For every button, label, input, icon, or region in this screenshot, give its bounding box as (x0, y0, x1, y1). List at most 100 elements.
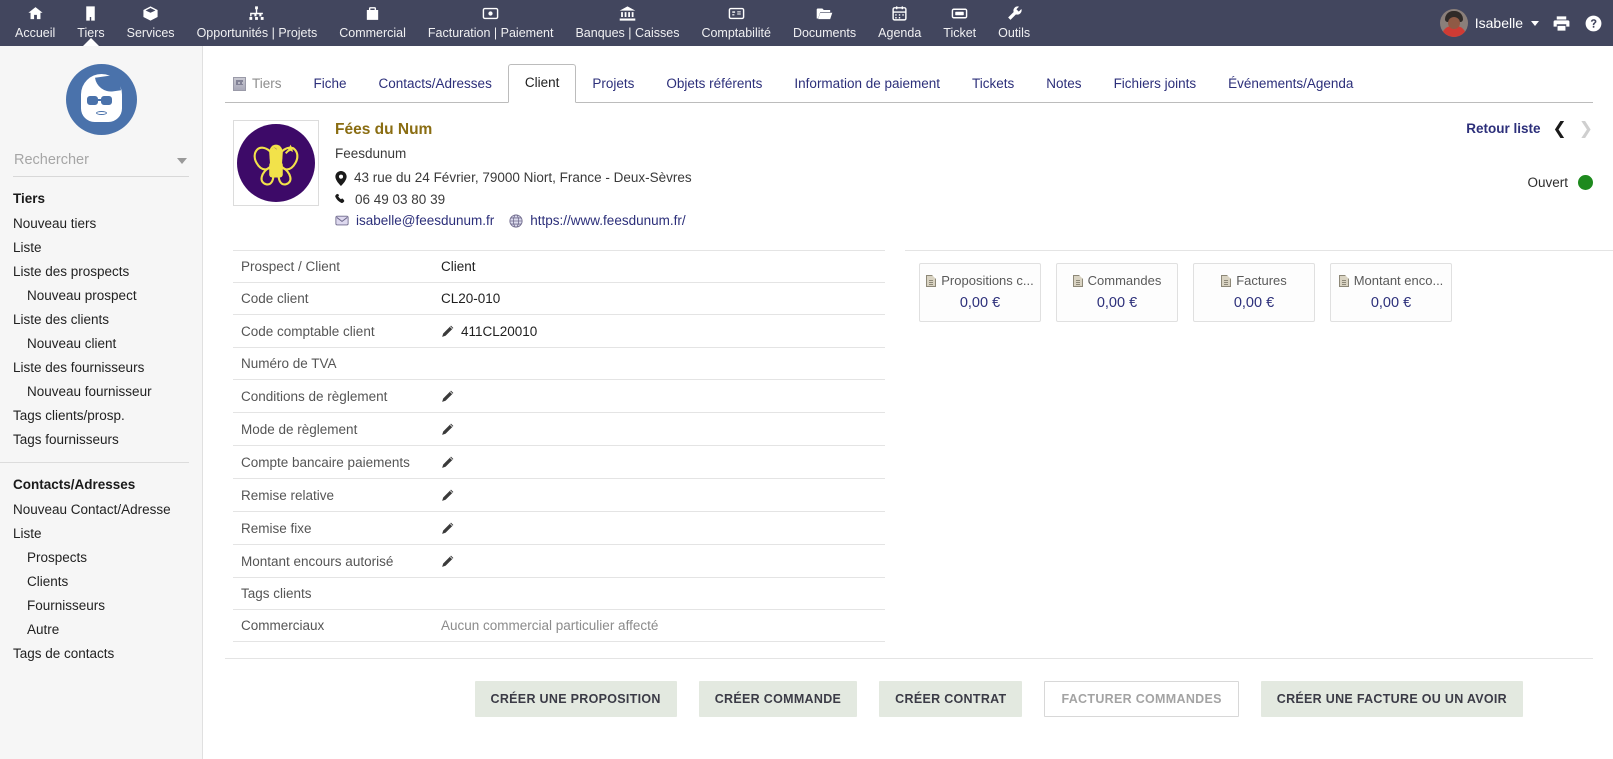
detail-label: Code comptable client (233, 314, 433, 348)
back-to-list-link[interactable]: Retour liste (1466, 121, 1540, 136)
topmenu-item-documents[interactable]: Documents (782, 0, 867, 46)
search-input[interactable] (13, 149, 189, 171)
stat-value: 0,00 € (959, 295, 1001, 311)
chevron-down-icon[interactable] (177, 158, 187, 164)
edit-pencil-icon[interactable] (441, 423, 454, 439)
tab-client[interactable]: Client (507, 64, 577, 103)
tab-objets-r-f-rents[interactable]: Objets référents (650, 75, 778, 103)
action-buttons-bar: CRÉER UNE PROPOSITION CRÉER COMMANDE CRÉER… (225, 658, 1593, 717)
topmenu-item-tiers[interactable]: Tiers (66, 0, 115, 47)
tab-label: Fiche (313, 76, 347, 91)
tab-fichiers-joints[interactable]: Fichiers joints (1098, 75, 1213, 103)
table-row: Tags clients (233, 577, 885, 610)
edit-pencil-icon[interactable] (441, 489, 454, 505)
calendar-icon (891, 4, 908, 23)
table-row: Code comptable client 411CL20010 (233, 314, 885, 348)
stat-boxes: Propositions c... 0,00 € Commandes 0,00 € Fa… (905, 250, 1613, 322)
sidebar-item-nouveau-tiers[interactable]: Nouveau tiers (13, 212, 202, 236)
sidebar-item-tags-de-contacts[interactable]: Tags de contacts (13, 642, 202, 666)
tab-contacts-adresses[interactable]: Contacts/Adresses (363, 75, 508, 103)
chevron-left-icon[interactable]: ❮ (1553, 120, 1567, 137)
table-row: Montant encours autorisé (233, 544, 885, 578)
sidebar-item-tags-fournisseurs[interactable]: Tags fournisseurs (13, 428, 202, 452)
table-row: Remise fixe (233, 511, 885, 545)
detail-value-cell (433, 412, 885, 446)
bank-icon (619, 4, 636, 23)
document-icon (1072, 274, 1083, 287)
topmenu-item-banques-caisses[interactable]: Banques | Caisses (564, 0, 690, 46)
tab-label: Événements/Agenda (1228, 76, 1354, 91)
topmenu-item-label: Facturation | Paiement (427, 26, 554, 40)
stat-value: 0,00 € (1370, 295, 1412, 311)
sidebar-item-liste-des-prospects[interactable]: Liste des prospects (13, 260, 202, 284)
sidebar-item-autre[interactable]: Autre (13, 618, 202, 642)
sidebar-item-liste-des-clients[interactable]: Liste des clients (13, 308, 202, 332)
sidebar: TiersNouveau tiersListeListe des prospec… (0, 46, 203, 759)
topmenu-item-outils[interactable]: Outils (987, 0, 1041, 46)
topmenu-item-comptabilit[interactable]: Comptabilité (690, 0, 781, 46)
stat-box-propositions-c[interactable]: Propositions c... 0,00 € (919, 263, 1041, 322)
sidebar-item-clients[interactable]: Clients (13, 570, 202, 594)
edit-pencil-icon[interactable] (441, 390, 454, 406)
chevron-down-icon[interactable] (1531, 20, 1539, 26)
sidebar-item-nouveau-client[interactable]: Nouveau client (13, 332, 202, 356)
sidebar-item-liste-des-fournisseurs[interactable]: Liste des fournisseurs (13, 356, 202, 380)
sidebar-item-nouveau-fournisseur[interactable]: Nouveau fournisseur (13, 380, 202, 404)
tab-projets[interactable]: Projets (576, 75, 650, 103)
building-icon (82, 4, 99, 23)
question-circle-icon[interactable] (1584, 14, 1603, 33)
sidebar-item-liste[interactable]: Liste (13, 522, 202, 546)
topmenu-item-label: Outils (998, 26, 1031, 40)
detail-value-cell: Client (433, 250, 885, 283)
sidebar-item-prospects[interactable]: Prospects (13, 546, 202, 570)
topmenu-item-agenda[interactable]: Agenda (867, 0, 932, 46)
topmenu-item-ticket[interactable]: Ticket (932, 0, 987, 46)
sidebar-item-fournisseurs[interactable]: Fournisseurs (13, 594, 202, 618)
tab-tickets[interactable]: Tickets (956, 75, 1030, 103)
detail-label: Numéro de TVA (233, 347, 433, 380)
company-address-row: 43 rue du 24 Février, 79000 Niort, Franc… (335, 168, 692, 188)
topmenu-item-accueil[interactable]: Accueil (4, 0, 66, 46)
topmenu-item-facturation-paiement[interactable]: Facturation | Paiement (417, 0, 565, 46)
topmenu-item-commercial[interactable]: Commercial (328, 0, 417, 46)
company-website-link[interactable]: https://www.feesdunum.fr/ (530, 213, 685, 228)
table-row: Commerciaux Aucun commercial particulier … (233, 609, 885, 642)
button-cr-er-contrat[interactable]: CRÉER CONTRAT (879, 681, 1023, 717)
printer-icon[interactable] (1552, 14, 1571, 33)
building-icon (233, 77, 246, 91)
stat-box-factures[interactable]: Factures 0,00 € (1193, 263, 1315, 322)
stat-box-montant-enco[interactable]: Montant enco... 0,00 € (1330, 263, 1452, 322)
topmenu-item-opportunit-s-projets[interactable]: Opportunités | Projets (186, 0, 329, 46)
fairy-icon (253, 144, 299, 186)
tab-label: Information de paiement (794, 76, 941, 91)
sidebar-search[interactable] (13, 149, 189, 177)
document-icon (1338, 274, 1349, 287)
detail-value-cell: Aucun commercial particulier affecté (433, 609, 885, 642)
topmenu-item-services[interactable]: Services (116, 0, 186, 46)
button-cr-er-une-facture-ou-un-avoir[interactable]: CRÉER UNE FACTURE OU UN AVOIR (1260, 681, 1523, 717)
stat-label: Propositions c... (941, 273, 1034, 288)
sidebar-item-tags-clients-prosp[interactable]: Tags clients/prosp. (13, 404, 202, 428)
sidebar-item-nouveau-contact-adresse[interactable]: Nouveau Contact/Adresse (13, 498, 202, 522)
edit-pencil-icon[interactable] (441, 522, 454, 538)
edit-pencil-icon[interactable] (441, 325, 454, 341)
user-menu[interactable]: Isabelle (1439, 9, 1539, 37)
detail-value-cell (433, 478, 885, 512)
button-cr-er-une-proposition[interactable]: CRÉER UNE PROPOSITION (474, 681, 677, 717)
top-menu: Accueil Tiers Services Opportunités | Proje… (4, 0, 1041, 47)
detail-value-cell: CL20-010 (433, 282, 885, 315)
edit-pencil-icon[interactable] (441, 555, 454, 571)
tab-fiche[interactable]: Fiche (298, 75, 363, 103)
tab-notes[interactable]: Notes (1030, 75, 1097, 103)
user-profile-avatar (65, 64, 137, 135)
stat-box-commandes[interactable]: Commandes 0,00 € (1056, 263, 1178, 322)
button-cr-er-commande[interactable]: CRÉER COMMANDE (698, 681, 858, 717)
tab-information-de-paiement[interactable]: Information de paiement (778, 75, 956, 103)
status-badge: Ouvert (1527, 175, 1568, 190)
sidebar-group: Tiers Nouveau tiers Liste Liste des prospec… (0, 177, 202, 452)
sidebar-item-liste[interactable]: Liste (13, 236, 202, 260)
edit-pencil-icon[interactable] (441, 456, 454, 472)
tab-v-nements-agenda[interactable]: Événements/Agenda (1212, 75, 1369, 103)
company-email-link[interactable]: isabelle@feesdunum.fr (356, 213, 494, 228)
sidebar-item-nouveau-prospect[interactable]: Nouveau prospect (13, 284, 202, 308)
